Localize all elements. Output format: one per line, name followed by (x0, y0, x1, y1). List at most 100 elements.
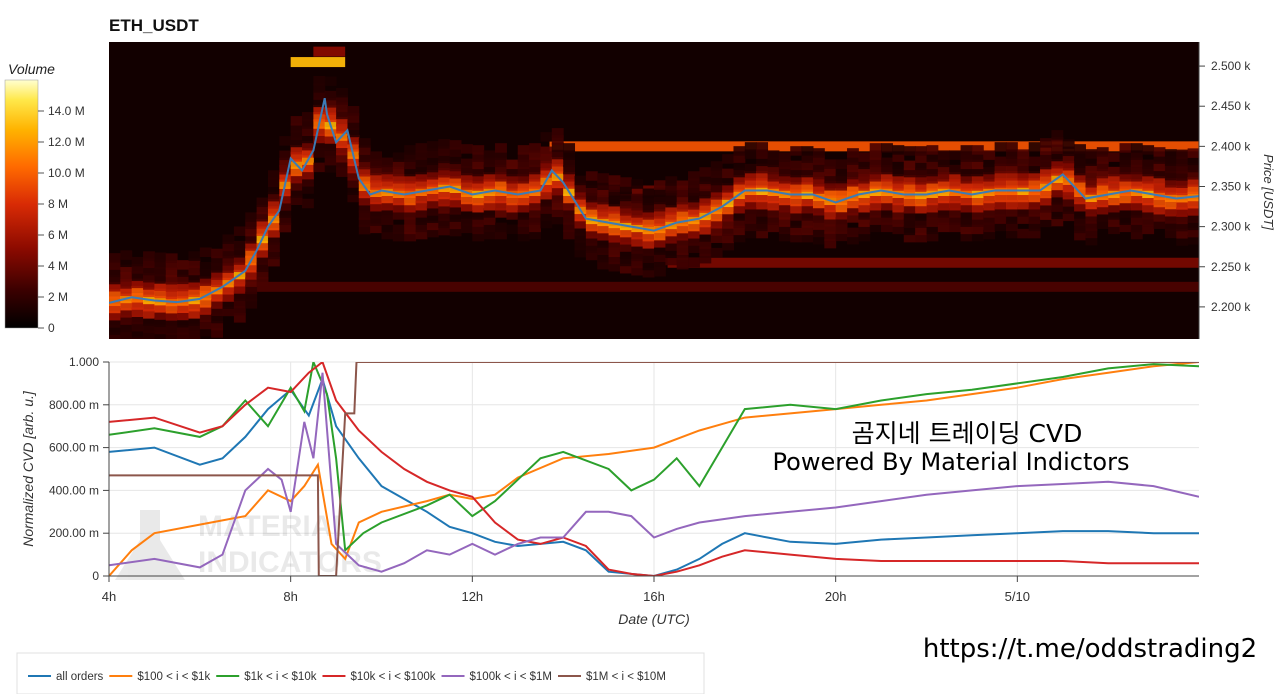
heatmap-cell (812, 148, 825, 158)
legend-label: $100k < i < $1M (470, 671, 552, 683)
cvd-chart-figure: ETH_USDT Volume 0 2 M 4 M 6 M 8 M 10.0 M 12.0 … (0, 0, 1280, 695)
heatmap-cell (1153, 147, 1166, 157)
y-tick-label: 200.00 m (49, 526, 99, 540)
heatmap-cell (971, 145, 984, 155)
legend-label: $1M < i < $10M (586, 671, 666, 683)
heatmap-cell (109, 340, 121, 350)
heatmap-cell (733, 146, 746, 156)
heatmap-cell (1028, 142, 1041, 152)
heatmap-y-axis-label: Price [USDT] (1261, 154, 1276, 230)
cvd-y-axis: 0 200.00 m 400.00 m 600.00 m 800.00 m 1.000 (49, 355, 109, 583)
heatmap-cell (1142, 159, 1155, 170)
heatmap-cell (949, 164, 962, 175)
x-tick-label: 12h (461, 589, 483, 604)
heatmap-cell (131, 256, 144, 267)
heatmap-cell (1051, 130, 1064, 140)
heatmap-cell (290, 116, 303, 126)
heatmap-cell (279, 150, 292, 161)
heatmap-cell (529, 143, 541, 153)
heatmap-cell (642, 188, 655, 199)
heatmap-cell (495, 222, 507, 233)
legend-label: all orders (56, 671, 104, 683)
telegram-url[interactable]: https://t.me/oddstrading2 (923, 634, 1257, 664)
heatmap-cell (1062, 139, 1075, 149)
heatmap-cell (1108, 152, 1121, 162)
overlay-title: 곰지네 트레이딩 CVD (852, 419, 1083, 448)
heatmap-cell (574, 175, 587, 186)
heatmap-cell (188, 251, 201, 261)
heatmap-cell (994, 142, 1007, 152)
heatmap-cell (267, 170, 280, 180)
colorbar (4, 79, 39, 329)
heatmap-cell (597, 173, 610, 183)
cvd-y-axis-label: Normalized CVD [arb. u.] (20, 390, 36, 547)
heatmap-cell (1130, 143, 1143, 153)
heatmap-cell (710, 247, 723, 258)
heatmap-cell (892, 145, 905, 155)
colorbar-tick-label: 14.0 M (48, 104, 85, 118)
y-tick-label: 1.000 (69, 355, 99, 369)
colorbar-tick-label: 2 M (48, 290, 68, 304)
heatmap-cell (699, 167, 712, 177)
heatmap-cell (460, 158, 473, 169)
heatmap-cell (506, 159, 519, 170)
heatmap-cell (722, 154, 734, 164)
heatmap-cell (688, 257, 700, 268)
heatmap-cell (165, 253, 178, 263)
watermark-text-2: INDICATORS (198, 546, 382, 579)
heatmap-cell (143, 338, 155, 339)
heatmap-cell (619, 177, 632, 187)
heatmap-cell (1028, 156, 1041, 167)
heatmap-cell (824, 159, 837, 169)
heatmap-cell (722, 168, 734, 179)
heatmap-cell (358, 138, 371, 148)
heatmap-cell (540, 146, 553, 157)
cvd-x-axis-label: Date (UTC) (618, 611, 690, 627)
x-tick-label: 4h (102, 589, 116, 604)
heatmap-cell (960, 145, 973, 155)
y-tick-label: 800.00 m (49, 398, 99, 412)
heatmap-cell (710, 161, 723, 171)
heatmap-cell (177, 260, 189, 270)
heatmap-cell (222, 234, 235, 244)
heatmap-cell (302, 198, 314, 209)
heatmap-cell (517, 145, 530, 155)
heatmap-cell (744, 163, 757, 174)
heatmap-cell (177, 340, 189, 350)
heatmap-cell (438, 139, 451, 149)
heatmap-cell (608, 175, 621, 185)
x-tick-label: 20h (825, 589, 847, 604)
heatmap-cell (1108, 166, 1121, 177)
heatmap-cell (1085, 149, 1098, 159)
heatmap-cell (744, 142, 757, 152)
liquidity-band (313, 46, 346, 57)
heatmap-cell (143, 251, 155, 261)
heatmap-cell (563, 143, 576, 153)
heatmap-cell (665, 176, 678, 186)
heatmap-cell (1164, 149, 1177, 159)
price-tick-label: 2.250 k (1211, 260, 1251, 274)
heatmap-cell (302, 112, 314, 122)
heatmap-cell (915, 146, 927, 156)
heatmap-cell (154, 252, 167, 263)
x-tick-label: 8h (283, 589, 297, 604)
heatmap-cell (313, 162, 326, 173)
colorbar-tick-label: 12.0 M (48, 135, 85, 149)
heatmap-title: ETH_USDT (109, 16, 199, 35)
price-tick-label: 2.400 k (1211, 139, 1251, 153)
heatmap-cell (392, 224, 405, 235)
colorbar-tick-label: 0 (48, 321, 55, 335)
heatmap-cell (869, 143, 882, 153)
heatmap-cell (415, 143, 428, 153)
heatmap-cell (540, 132, 553, 142)
heatmap-cell (199, 247, 212, 258)
heatmap-cell (120, 250, 133, 260)
heatmap-cell (631, 179, 644, 189)
heatmap-cell (778, 152, 791, 162)
heatmap-cell (370, 151, 382, 161)
heatmap-cell (790, 160, 803, 171)
heatmap-cell (324, 90, 337, 101)
liquidity-band (667, 257, 1199, 268)
x-tick-label: 16h (643, 589, 665, 604)
heatmap-cell (1017, 149, 1030, 159)
